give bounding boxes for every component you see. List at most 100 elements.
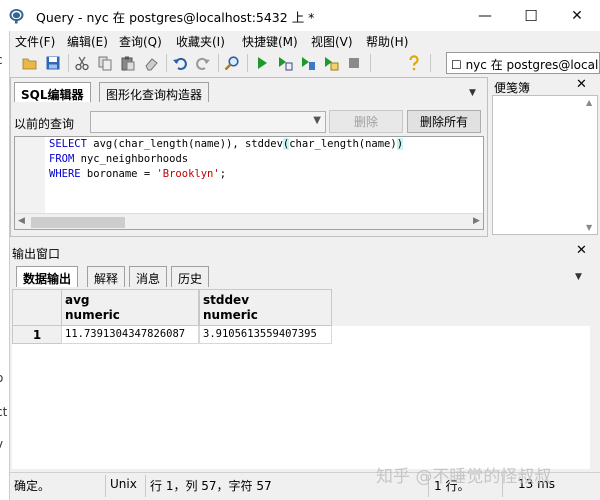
paste-button[interactable] <box>118 53 138 73</box>
scroll-up-icon[interactable]: ▲ <box>586 98 592 107</box>
paste-icon <box>121 56 135 71</box>
scroll-right-icon[interactable]: ▶ <box>473 216 480 226</box>
find-button[interactable] <box>222 53 242 73</box>
tab-list-dropdown-icon[interactable]: ▼ <box>469 88 476 98</box>
toolbar-separator <box>166 54 167 72</box>
status-line-ending: Unix <box>110 477 137 491</box>
search-icon <box>224 56 239 71</box>
help-button[interactable] <box>404 53 424 73</box>
line-gutter <box>15 137 45 213</box>
menu-file[interactable]: 文件(F) <box>15 33 55 50</box>
column-type: numeric <box>203 308 258 322</box>
toolbar-separator <box>430 54 431 72</box>
undo-icon <box>173 57 187 70</box>
sql-editor-panel: SQL编辑器 图形化查询构造器 ▼ 以前的查询 ▼ 删除 删除所有 SELECT… <box>10 77 488 237</box>
menu-edit[interactable]: 编辑(E) <box>67 33 108 50</box>
app-window: Query - nyc 在 postgres@localhost:5432 上 … <box>0 0 600 500</box>
table-cell[interactable]: 3.9105613559407395 <box>199 326 332 344</box>
cut-button[interactable] <box>72 53 92 73</box>
status-separator <box>145 475 146 497</box>
row-number[interactable]: 1 <box>12 326 62 344</box>
status-separator <box>105 475 106 497</box>
execute-pgscript-button[interactable] <box>275 53 295 73</box>
close-icon[interactable]: ✕ <box>576 243 587 258</box>
previous-queries-dropdown[interactable]: ▼ <box>90 111 326 133</box>
menu-query[interactable]: 查询(Q) <box>119 33 162 50</box>
folder-open-icon <box>22 58 37 70</box>
scroll-left-icon[interactable]: ◀ <box>18 216 25 226</box>
tab-history[interactable]: 历史 <box>171 266 210 287</box>
run-icon <box>258 57 267 69</box>
cancel-query-button[interactable] <box>344 53 364 73</box>
editor-horizontal-scrollbar[interactable]: ◀ ▶ <box>15 213 483 229</box>
history-label: 以前的查询 <box>14 117 75 131</box>
status-cursor-position: 行 1，列 57，字符 57 <box>150 479 272 493</box>
help-icon <box>409 55 419 71</box>
connection-selector[interactable]: ☐ nyc 在 postgres@localh <box>446 52 600 74</box>
eraser-icon <box>145 58 158 71</box>
delete-all-button[interactable]: 删除所有 <box>407 110 481 133</box>
menu-bar: 文件(F) 编辑(E) 查询(Q) 收藏夹(I) 快捷键(M) 视图(V) 帮助… <box>10 31 600 51</box>
sql-editor[interactable]: SELECT avg(char_length(name)), stddev(ch… <box>14 136 484 230</box>
scrollbar-thumb[interactable] <box>31 217 125 228</box>
minimize-button[interactable]: — <box>462 0 508 31</box>
code-line-1: SELECT avg(char_length(name)), stddev(ch… <box>49 138 404 150</box>
menu-macros[interactable]: 快捷键(M) <box>242 33 298 50</box>
execute-to-file-button[interactable] <box>321 53 341 73</box>
close-window-button[interactable]: ✕ <box>554 0 600 31</box>
scratch-pad-textarea[interactable]: ▲ ▼ <box>492 95 598 235</box>
column-header-stddev[interactable]: stddev numeric <box>199 289 332 326</box>
clear-button[interactable] <box>141 53 161 73</box>
redo-icon <box>196 57 210 70</box>
toolbar-separator <box>247 54 248 72</box>
delete-button[interactable]: 删除 <box>329 110 403 133</box>
window-title: Query - nyc 在 postgres@localhost:5432 上 … <box>36 10 315 25</box>
tab-data-output[interactable]: 数据输出 <box>16 266 79 287</box>
execute-button[interactable] <box>252 53 272 73</box>
chevron-down-icon: ▼ <box>313 115 321 126</box>
output-pane-header: 输出窗口 ✕ <box>10 243 600 261</box>
status-message: 确定。 <box>14 479 51 493</box>
postgres-elephant-icon <box>9 9 24 24</box>
explain-button[interactable] <box>298 53 318 73</box>
table-cell[interactable]: 11.7391304347826087 <box>61 326 199 344</box>
background-window-edge: c o ct v <box>0 31 10 500</box>
column-name: avg <box>65 293 90 307</box>
sliver-text: c <box>0 53 3 67</box>
menu-view[interactable]: 视图(V) <box>311 33 353 50</box>
menu-help[interactable]: 帮助(H) <box>366 33 408 50</box>
tab-explain[interactable]: 解释 <box>87 266 126 287</box>
code-line-2: FROM nyc_neighborhoods <box>49 153 189 165</box>
run-to-file-icon <box>325 57 339 71</box>
column-header-avg[interactable]: avg numeric <box>61 289 199 326</box>
tab-messages[interactable]: 消息 <box>129 266 168 287</box>
column-name: stddev <box>203 293 250 307</box>
scratch-pad-title: 便笺簿 <box>494 81 531 95</box>
redo-button[interactable] <box>193 53 213 73</box>
column-type: numeric <box>65 308 120 322</box>
cut-icon <box>75 56 89 71</box>
close-icon[interactable]: ✕ <box>576 77 587 92</box>
grid-corner <box>12 289 62 326</box>
explain-icon <box>302 57 315 70</box>
copy-button[interactable] <box>95 53 115 73</box>
watermark: 知乎 @不睡觉的怪叔叔 <box>376 467 552 487</box>
maximize-button[interactable]: ☐ <box>508 0 554 31</box>
tab-graphical-query-builder[interactable]: 图形化查询构造器 <box>99 82 210 102</box>
menu-favorites[interactable]: 收藏夹(I) <box>176 33 225 50</box>
data-output-grid[interactable]: avg numeric stddev numeric 1 11.73913043… <box>12 289 590 469</box>
tab-list-dropdown-icon[interactable]: ▼ <box>575 272 582 282</box>
scroll-down-icon[interactable]: ▼ <box>586 223 592 232</box>
open-button[interactable] <box>20 53 40 73</box>
stop-icon <box>349 58 359 68</box>
save-button[interactable] <box>43 53 63 73</box>
toolbar-separator <box>68 54 69 72</box>
copy-icon <box>98 56 112 71</box>
output-pane-title: 输出窗口 <box>12 247 61 261</box>
tab-sql-editor[interactable]: SQL编辑器 <box>14 82 91 102</box>
title-bar: Query - nyc 在 postgres@localhost:5432 上 … <box>0 0 600 31</box>
sliver-text: ct <box>0 405 8 419</box>
save-icon <box>46 56 60 70</box>
toolbar-separator <box>218 54 219 72</box>
undo-button[interactable] <box>170 53 190 73</box>
